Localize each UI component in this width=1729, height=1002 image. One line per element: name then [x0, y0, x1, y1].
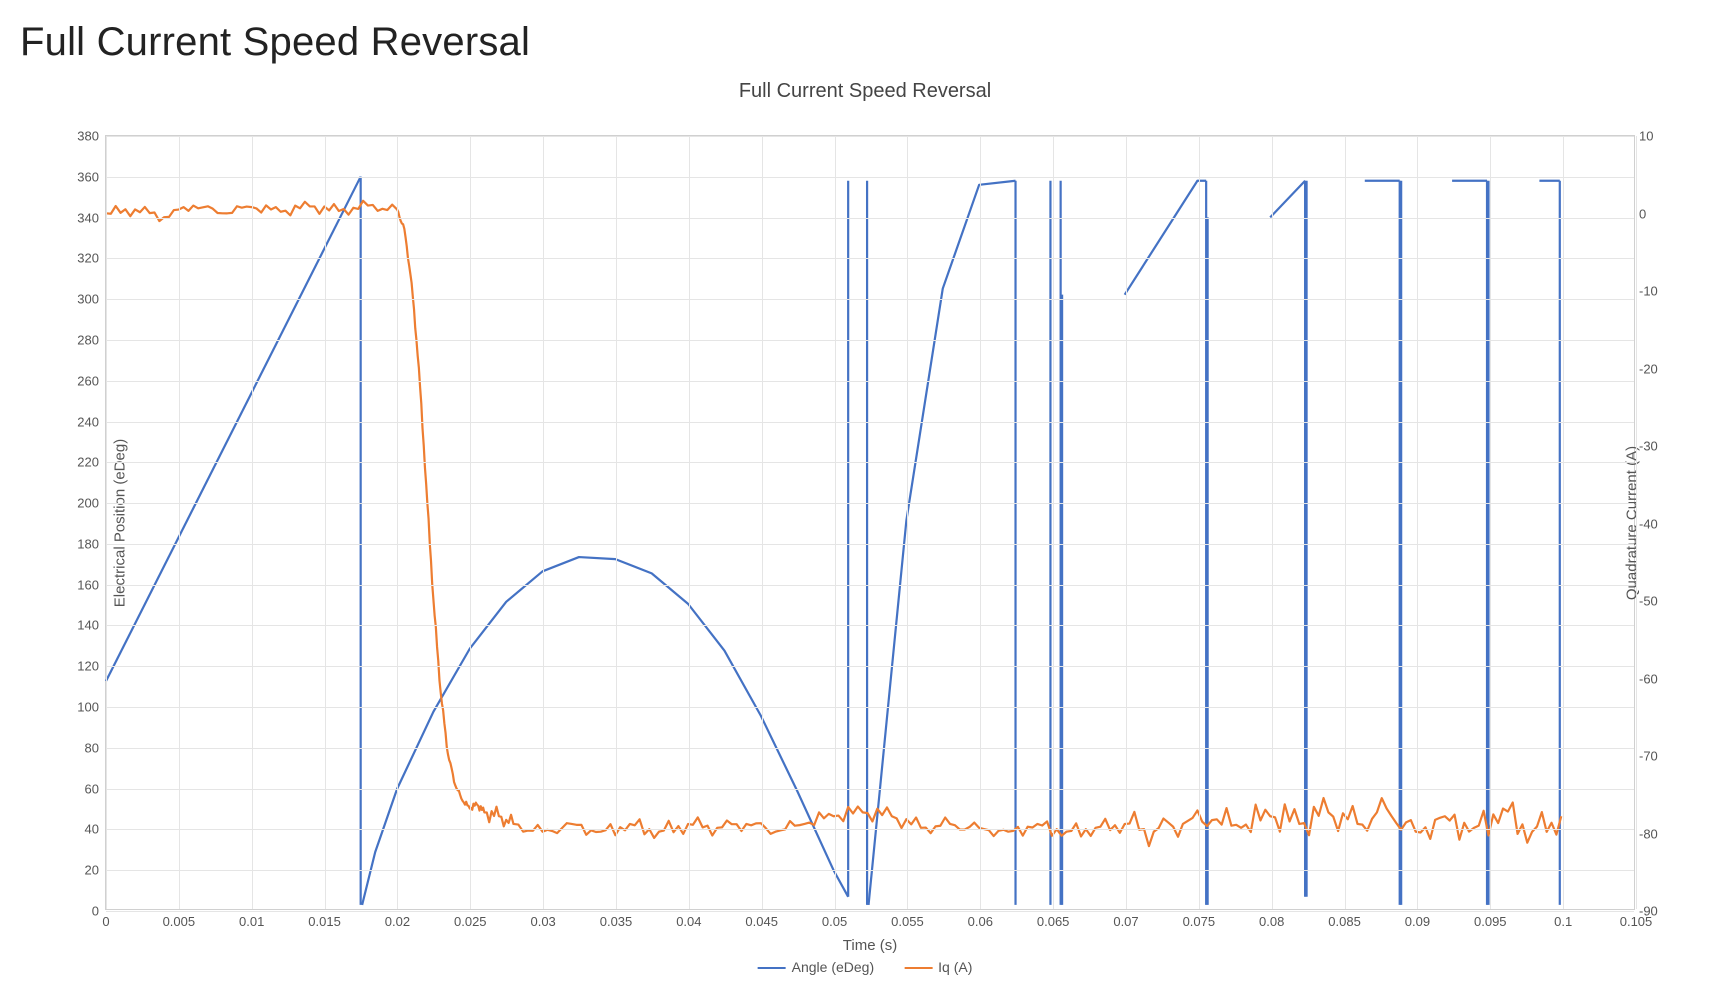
y-right-tick-label: 0 — [1639, 206, 1674, 221]
y-left-tick-label: 20 — [74, 863, 99, 878]
y-right-tick-label: -10 — [1639, 284, 1674, 299]
x-tick-label: 0.06 — [968, 914, 993, 929]
y-axis-left-label: Electrical Position (eDeg) — [112, 438, 129, 606]
y-right-tick-label: -60 — [1639, 671, 1674, 686]
plot-svg — [106, 136, 1634, 909]
y-left-tick-label: 380 — [74, 129, 99, 144]
y-right-tick-label: -40 — [1639, 516, 1674, 531]
y-left-tick-label: 220 — [74, 455, 99, 470]
y-left-tick-label: 100 — [74, 700, 99, 715]
y-right-tick-label: -20 — [1639, 361, 1674, 376]
y-left-tick-label: 60 — [74, 781, 99, 796]
y-left-tick-label: 260 — [74, 373, 99, 388]
x-tick-label: 0.01 — [239, 914, 264, 929]
x-tick-label: 0.015 — [308, 914, 341, 929]
x-axis-label: Time (s) — [843, 937, 897, 954]
y-left-tick-label: 120 — [74, 659, 99, 674]
y-right-tick-label: -80 — [1639, 826, 1674, 841]
legend-swatch-iq — [904, 967, 932, 969]
x-tick-label: 0.025 — [454, 914, 487, 929]
legend-item-iq: Iq (A) — [904, 959, 972, 975]
y-left-tick-label: 40 — [74, 822, 99, 837]
x-tick-label: 0.09 — [1405, 914, 1430, 929]
x-tick-label: 0 — [102, 914, 109, 929]
x-tick-label: 0.03 — [530, 914, 555, 929]
x-tick-label: 0.08 — [1259, 914, 1284, 929]
x-tick-label: 0.07 — [1113, 914, 1138, 929]
y-left-tick-label: 340 — [74, 210, 99, 225]
y-left-tick-label: 140 — [74, 618, 99, 633]
y-left-tick-label: 240 — [74, 414, 99, 429]
chart-container: Full Current Speed Reversal Time (s) Ele… — [20, 80, 1710, 980]
x-tick-label: 0.045 — [745, 914, 778, 929]
legend-item-angle: Angle (eDeg) — [758, 959, 875, 975]
x-tick-label: 0.005 — [163, 914, 196, 929]
y-left-tick-label: 320 — [74, 251, 99, 266]
page-title: Full Current Speed Reversal — [20, 20, 1709, 65]
y-left-tick-label: 280 — [74, 332, 99, 347]
x-tick-label: 0.075 — [1183, 914, 1216, 929]
y-left-tick-label: 80 — [74, 740, 99, 755]
x-tick-label: 0.05 — [822, 914, 847, 929]
legend-label-angle: Angle (eDeg) — [792, 959, 875, 975]
y-right-tick-label: -90 — [1639, 904, 1674, 919]
y-left-tick-label: 0 — [74, 904, 99, 919]
page-root: Full Current Speed Reversal Full Current… — [0, 0, 1729, 1002]
x-tick-label: 0.095 — [1474, 914, 1507, 929]
x-tick-label: 0.065 — [1037, 914, 1070, 929]
y-left-tick-label: 360 — [74, 169, 99, 184]
y-right-tick-label: 10 — [1639, 129, 1674, 144]
legend-swatch-angle — [758, 967, 786, 969]
chart-legend: Angle (eDeg) Iq (A) — [758, 959, 973, 975]
x-tick-label: 0.055 — [891, 914, 924, 929]
y-left-tick-label: 300 — [74, 292, 99, 307]
y-axis-right-label: Quadrature Current (A) — [1623, 445, 1640, 599]
y-right-tick-label: -50 — [1639, 594, 1674, 609]
y-left-tick-label: 200 — [74, 496, 99, 511]
y-right-tick-label: -70 — [1639, 749, 1674, 764]
y-left-tick-label: 160 — [74, 577, 99, 592]
chart-title: Full Current Speed Reversal — [20, 80, 1710, 103]
x-tick-label: 0.035 — [600, 914, 633, 929]
y-right-tick-label: -30 — [1639, 439, 1674, 454]
x-tick-label: 0.1 — [1554, 914, 1572, 929]
plot-area: Time (s) Electrical Position (eDeg) Quad… — [105, 135, 1635, 910]
x-tick-label: 0.04 — [676, 914, 701, 929]
legend-label-iq: Iq (A) — [938, 959, 972, 975]
y-left-tick-label: 180 — [74, 536, 99, 551]
x-tick-label: 0.02 — [385, 914, 410, 929]
x-tick-label: 0.085 — [1328, 914, 1361, 929]
